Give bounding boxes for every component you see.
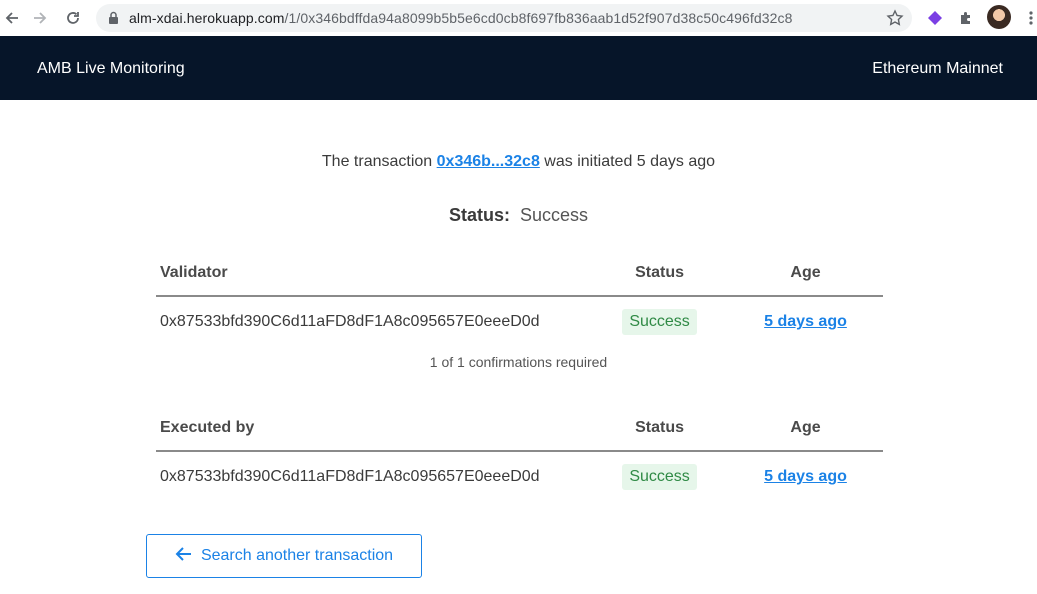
star-icon[interactable] — [886, 9, 904, 32]
age-link[interactable]: 5 days ago — [764, 313, 847, 330]
back-button-label: Search another transaction — [200, 547, 394, 564]
kebab-menu-icon[interactable] — [1019, 6, 1037, 30]
executed-by-table: Executed by Status Age 0x87533bfd390C6d1… — [156, 406, 883, 502]
profile-avatar[interactable] — [987, 5, 1011, 29]
url-path: /1/0x346bdffda94a8099b5b5e6cd0cb8f697fb8… — [284, 10, 793, 26]
extension-gem-icon[interactable] — [923, 6, 947, 30]
column-header-status: Status — [591, 406, 729, 452]
executor-address: 0x87533bfd390C6d11aFD8dF1A8c095657E0eeeD… — [160, 468, 540, 485]
status-badge: Success — [622, 309, 697, 335]
status-value: Success — [519, 205, 589, 225]
search-another-transaction-button[interactable]: Search another transaction — [146, 534, 422, 578]
column-header-validator: Validator — [156, 251, 592, 297]
intro-suffix: was initiated 5 days ago — [544, 153, 716, 170]
left-arrow-icon — [175, 546, 193, 567]
table-row: 0x87533bfd390C6d11aFD8dF1A8c095657E0eeeD… — [156, 451, 883, 502]
address-bar[interactable]: alm-xdai.herokuapp.com/1/0x346bdffda94a8… — [96, 4, 912, 32]
transaction-status: Status: Success — [0, 205, 1037, 226]
table-row: 0x87533bfd390C6d11aFD8dF1A8c095657E0eeeD… — [156, 296, 883, 347]
reload-icon[interactable] — [61, 6, 85, 30]
confirmations-note: 1 of 1 confirmations required — [429, 354, 608, 370]
column-header-age: Age — [728, 406, 883, 452]
table-header-row: Executed by Status Age — [156, 406, 883, 452]
column-header-executed-by: Executed by — [156, 406, 592, 452]
age-link[interactable]: 5 days ago — [764, 468, 847, 485]
status-badge: Success — [622, 464, 697, 490]
browser-toolbar: alm-xdai.herokuapp.com/1/0x346bdffda94a8… — [0, 0, 1037, 37]
validator-address: 0x87533bfd390C6d11aFD8dF1A8c095657E0eeeD… — [160, 313, 540, 330]
puzzle-icon[interactable] — [954, 6, 978, 30]
lock-icon — [108, 11, 119, 30]
column-header-age: Age — [728, 251, 883, 297]
app-title[interactable]: AMB Live Monitoring — [37, 60, 185, 78]
back-arrow-icon[interactable] — [0, 6, 24, 30]
status-label: Status: — [448, 205, 510, 225]
url-text: alm-xdai.herokuapp.com/1/0x346bdffda94a8… — [129, 10, 793, 26]
table-header-row: Validator Status Age — [156, 251, 883, 297]
network-name: Ethereum Mainnet — [872, 60, 1003, 77]
transaction-hash-link[interactable]: 0x346b...32c8 — [437, 153, 540, 170]
forward-arrow-icon[interactable] — [28, 6, 52, 30]
app-header: AMB Live Monitoring Ethereum Mainnet — [0, 36, 1037, 100]
column-header-status: Status — [591, 251, 729, 297]
transaction-intro: The transaction 0x346b...32c8 was initia… — [0, 153, 1037, 171]
validators-table: Validator Status Age 0x87533bfd390C6d11a… — [156, 251, 883, 347]
url-host: alm-xdai.herokuapp.com — [129, 10, 285, 26]
intro-prefix: The transaction — [321, 153, 433, 170]
